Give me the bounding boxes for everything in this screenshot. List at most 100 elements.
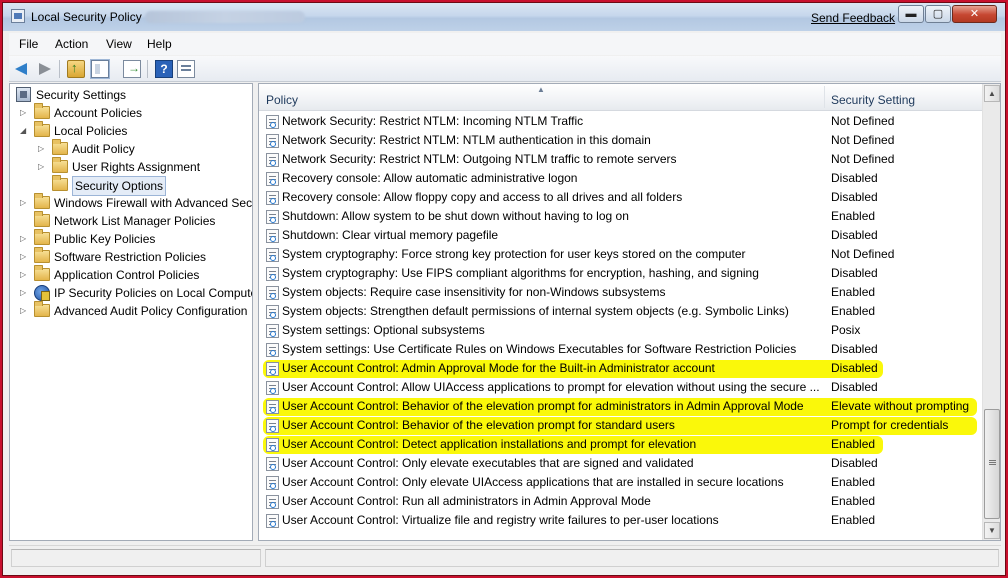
minimize-button[interactable]: ▬ [898, 5, 924, 23]
security-setting-value: Not Defined [831, 133, 895, 147]
policy-name: System objects: Strengthen default permi… [282, 304, 789, 318]
menu-view[interactable]: View [106, 37, 132, 51]
policy-row[interactable]: User Account Control: Behavior of the el… [259, 416, 982, 435]
tree-item-ip-security-policies-on-local-compute[interactable]: ▷ IP Security Policies on Local Compute [10, 284, 252, 302]
local-security-policy-icon [11, 9, 25, 23]
main-window: Local Security Policy Send Feedback ▬ ▢ … [2, 2, 1006, 576]
tree-item-application-control-policies[interactable]: ▷ Application Control Policies [10, 265, 250, 284]
security-setting-value: Enabled [831, 513, 876, 527]
policy-setting-icon [266, 400, 279, 414]
scroll-thumb[interactable] [984, 409, 1000, 519]
policy-row[interactable]: System objects: Require case insensitivi… [259, 283, 982, 302]
security-setting-value: Enabled [831, 475, 876, 489]
policy-setting-icon [266, 457, 279, 471]
tree-item-software-restriction-policies[interactable]: ▷ Software Restriction Policies [10, 247, 250, 266]
tree-item-label: Network List Manager Policies [54, 214, 216, 228]
policy-setting-icon [266, 305, 279, 319]
folder-icon [34, 265, 50, 281]
tree-item-network-list-manager-policies[interactable]: Network List Manager Policies [10, 211, 250, 230]
scroll-down-button[interactable]: ▼ [984, 522, 1000, 539]
vertical-scrollbar[interactable]: ▲ ▼ [982, 84, 1000, 540]
menu-action[interactable]: Action [55, 37, 88, 51]
policy-row[interactable]: Recovery console: Allow floppy copy and … [259, 188, 982, 207]
tree-collapse-arrow-icon[interactable]: ◢ [20, 122, 30, 140]
tree-expand-arrow-icon[interactable]: ▷ [20, 248, 30, 266]
policy-row[interactable]: User Account Control: Admin Approval Mod… [259, 359, 982, 378]
tree-expand-arrow-icon[interactable]: ▷ [38, 158, 48, 176]
menu-help[interactable]: Help [147, 37, 172, 51]
tree-expand-arrow-icon[interactable]: ▷ [20, 302, 30, 320]
policy-row[interactable]: Shutdown: Allow system to be shut down w… [259, 207, 982, 226]
tree-expand-arrow-icon[interactable]: ▷ [38, 140, 48, 158]
security-setting-value: Enabled [831, 304, 876, 318]
policy-setting-icon [266, 438, 279, 452]
policy-row[interactable]: Network Security: Restrict NTLM: NTLM au… [259, 131, 982, 150]
menu-file[interactable]: File [19, 37, 38, 51]
security-setting-value: Disabled [831, 380, 878, 394]
help-icon[interactable]: ? [155, 60, 173, 78]
tree-item-label: Public Key Policies [54, 232, 156, 246]
show-hide-console-tree-icon[interactable] [91, 60, 109, 78]
tree-item-local-policies[interactable]: ◢ Local Policies [10, 121, 250, 140]
policy-setting-icon [266, 343, 279, 357]
tree-item-account-policies[interactable]: ▷ Account Policies [10, 103, 250, 122]
maximize-button[interactable]: ▢ [925, 5, 951, 23]
policy-setting-icon [266, 172, 279, 186]
forward-arrow-icon[interactable] [35, 60, 53, 78]
policy-setting-icon [266, 134, 279, 148]
policy-row[interactable]: Network Security: Restrict NTLM: Incomin… [259, 112, 982, 131]
tree-item-security-settings[interactable]: Security Settings [10, 86, 250, 104]
tree-item-windows-firewall-with-advanced-secu[interactable]: ▷ Windows Firewall with Advanced Secu [10, 193, 252, 212]
console-tree[interactable]: Security Settings ▷ Account Policies ◢ Local… [9, 83, 253, 541]
column-divider[interactable] [824, 86, 825, 108]
ipsec-icon [34, 285, 50, 301]
tree-item-user-rights-assignment[interactable]: ▷ User Rights Assignment [10, 157, 250, 176]
tree-expand-arrow-icon[interactable]: ▷ [20, 104, 30, 122]
folder-icon [34, 103, 50, 119]
export-list-icon[interactable] [123, 60, 141, 78]
policy-row[interactable]: User Account Control: Run all administra… [259, 492, 982, 511]
tree-item-advanced-audit-policy-configuration[interactable]: ▷ Advanced Audit Policy Configuration [10, 301, 250, 320]
back-arrow-icon[interactable] [13, 60, 31, 78]
toolbar-separator [59, 60, 60, 78]
policy-setting-icon [266, 381, 279, 395]
policy-row[interactable]: System cryptography: Use FIPS compliant … [259, 264, 982, 283]
policy-row[interactable]: User Account Control: Allow UIAccess app… [259, 378, 982, 397]
window-title: Local Security Policy [31, 10, 142, 24]
redacted-title-area [145, 11, 305, 23]
tree-expand-arrow-icon[interactable]: ▷ [20, 230, 30, 248]
policy-name: System settings: Use Certificate Rules o… [282, 342, 797, 356]
policy-row[interactable]: Recovery console: Allow automatic admini… [259, 169, 982, 188]
policy-row[interactable]: User Account Control: Virtualize file an… [259, 511, 982, 530]
policy-row[interactable]: Network Security: Restrict NTLM: Outgoin… [259, 150, 982, 169]
scroll-up-button[interactable]: ▲ [984, 85, 1000, 102]
folder-icon [34, 301, 50, 317]
policy-list[interactable]: ▲ Policy Security Setting Network Securi… [258, 83, 1001, 541]
send-feedback-link[interactable]: Send Feedback [811, 11, 895, 25]
tree-expand-arrow-icon[interactable]: ▷ [20, 266, 30, 284]
policy-row[interactable]: User Account Control: Detect application… [259, 435, 982, 454]
policy-row[interactable]: System cryptography: Force strong key pr… [259, 245, 982, 264]
policy-row[interactable]: User Account Control: Only elevate execu… [259, 454, 982, 473]
up-one-level-icon[interactable] [67, 60, 85, 78]
tree-item-security-options[interactable]: Security Options [10, 175, 250, 196]
folder-icon [52, 175, 68, 191]
tree-expand-arrow-icon[interactable]: ▷ [20, 284, 30, 302]
column-header-security-setting[interactable]: Security Setting [831, 93, 915, 107]
folder-icon [34, 229, 50, 245]
folder-icon [52, 139, 68, 155]
title-bar[interactable]: Local Security Policy Send Feedback ▬ ▢ … [3, 3, 1005, 31]
close-button[interactable]: ✕ [952, 5, 997, 23]
policy-row[interactable]: System settings: Use Certificate Rules o… [259, 340, 982, 359]
policy-row[interactable]: Shutdown: Clear virtual memory pagefile D… [259, 226, 982, 245]
tree-item-audit-policy[interactable]: ▷ Audit Policy [10, 139, 250, 158]
properties-icon[interactable] [177, 60, 195, 78]
security-setting-value: Disabled [831, 456, 878, 470]
policy-row[interactable]: User Account Control: Only elevate UIAcc… [259, 473, 982, 492]
tree-item-public-key-policies[interactable]: ▷ Public Key Policies [10, 229, 250, 248]
tree-expand-arrow-icon[interactable]: ▷ [20, 194, 30, 212]
column-header-policy[interactable]: Policy [266, 93, 298, 107]
policy-row[interactable]: System objects: Strengthen default permi… [259, 302, 982, 321]
policy-row[interactable]: System settings: Optional subsystems Posi… [259, 321, 982, 340]
policy-row[interactable]: User Account Control: Behavior of the el… [259, 397, 982, 416]
